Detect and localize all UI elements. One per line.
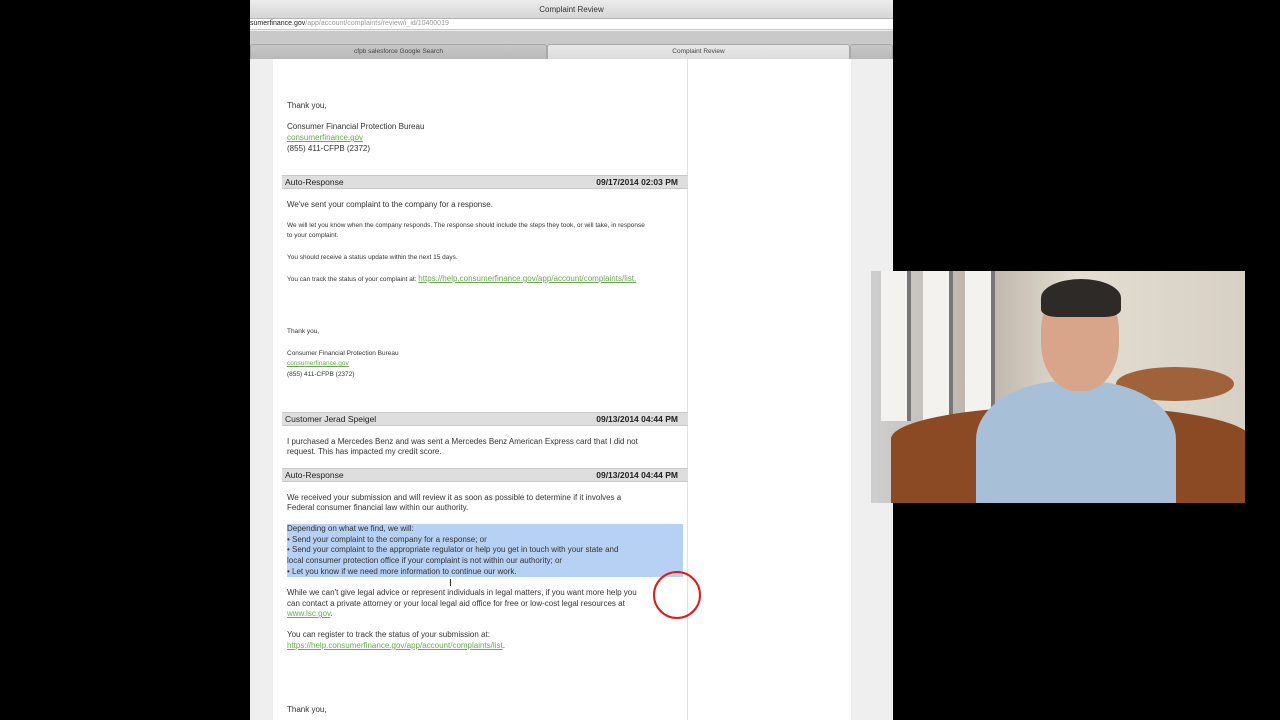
tab-strip: cfpb salesforce Google Search Complaint … bbox=[250, 31, 893, 59]
message-text: You can register to track the status of … bbox=[287, 630, 490, 639]
signature-thanks: Thank you, bbox=[287, 705, 327, 714]
url-path: /app/account/complaints/review/i_id/1040… bbox=[305, 20, 449, 27]
signature-thanks: Thank you, bbox=[287, 328, 320, 335]
tab-extra[interactable] bbox=[850, 44, 893, 59]
register-track-link[interactable]: https://help.consumerfinance.gov/app/acc… bbox=[287, 641, 503, 650]
signature-org: Consumer Financial Protection Bureau bbox=[287, 122, 425, 131]
webcam-person-shirt bbox=[976, 381, 1176, 503]
address-bar[interactable]: sumerfinance.gov/app/account/complaints/… bbox=[250, 19, 893, 30]
page-content: Thank you, Consumer Financial Protection… bbox=[273, 59, 851, 720]
message-text: https://help.consumerfinance.gov/app/acc… bbox=[287, 641, 505, 650]
cursor-highlight-circle bbox=[653, 571, 701, 619]
message-header: Auto-Response 09/13/2014 04:44 PM bbox=[282, 468, 688, 482]
signature-phone: (855) 411-CFPB (2372) bbox=[287, 144, 370, 153]
message-sender: Auto-Response bbox=[285, 177, 344, 187]
message-text: request. This has impacted my credit sco… bbox=[287, 447, 442, 456]
window-title: Complaint Review bbox=[250, 0, 893, 19]
message-header: Customer Jerad Speigel 09/13/2014 04:44 … bbox=[282, 412, 688, 426]
message-date: 09/13/2014 04:44 PM bbox=[596, 470, 678, 480]
text-cursor-icon: I bbox=[449, 578, 452, 589]
message-text: We will let you know when the company re… bbox=[287, 222, 645, 229]
signature-thanks: Thank you, bbox=[287, 101, 327, 110]
message-text: www.lsc.gov. bbox=[287, 609, 333, 618]
message-text: We've sent your complaint to the company… bbox=[287, 200, 493, 209]
message-text: can contact a private attorney or your l… bbox=[287, 599, 625, 608]
url-host: sumerfinance.gov bbox=[250, 20, 306, 27]
page-viewport: Thank you, Consumer Financial Protection… bbox=[250, 59, 893, 720]
tab-salesforce-search[interactable]: cfpb salesforce Google Search bbox=[250, 44, 547, 59]
webcam-overlay bbox=[871, 271, 1245, 503]
message-sender: Customer Jerad Speigel bbox=[285, 414, 377, 424]
message-text: Depending on what we find, we will: bbox=[287, 524, 414, 533]
message-text: We received your submission and will rev… bbox=[287, 493, 622, 502]
message-sender: Auto-Response bbox=[285, 470, 344, 480]
signature-phone: (855) 411-CFPB (2372) bbox=[287, 371, 355, 378]
message-text: You can track the status of your complai… bbox=[287, 274, 637, 283]
message-text: You should receive a status update withi… bbox=[287, 254, 458, 261]
message-text: to your complaint. bbox=[287, 232, 339, 239]
message-text: While we can't give legal advice or repr… bbox=[287, 588, 637, 597]
track-complaint-link[interactable]: https://help.consumerfinance.gov/app/acc… bbox=[418, 274, 636, 283]
message-date: 09/17/2014 02:03 PM bbox=[596, 177, 678, 187]
message-text: • Send your complaint to the company for… bbox=[287, 535, 487, 544]
message-text: I purchased a Mercedes Benz and was sent… bbox=[287, 437, 638, 446]
lsc-link[interactable]: www.lsc.gov bbox=[287, 609, 330, 618]
message-text: Federal consumer financial law within ou… bbox=[287, 503, 469, 512]
message-date: 09/13/2014 04:44 PM bbox=[596, 414, 678, 424]
message-text: • Let you know if we need more informati… bbox=[287, 567, 517, 576]
signature-link[interactable]: consumerfinance.gov bbox=[287, 133, 363, 144]
signature-link[interactable]: consumerfinance.gov bbox=[287, 359, 349, 370]
message-text: local consumer protection office if your… bbox=[287, 556, 563, 565]
message-header: Auto-Response 09/17/2014 02:03 PM bbox=[282, 175, 688, 189]
message-text: • Send your complaint to the appropriate… bbox=[287, 545, 619, 554]
tab-complaint-review[interactable]: Complaint Review bbox=[547, 44, 850, 59]
browser-window: Complaint Review sumerfinance.gov/app/ac… bbox=[250, 0, 893, 720]
message-thread: Thank you, Consumer Financial Protection… bbox=[282, 59, 701, 720]
signature-org: Consumer Financial Protection Bureau bbox=[287, 350, 399, 357]
